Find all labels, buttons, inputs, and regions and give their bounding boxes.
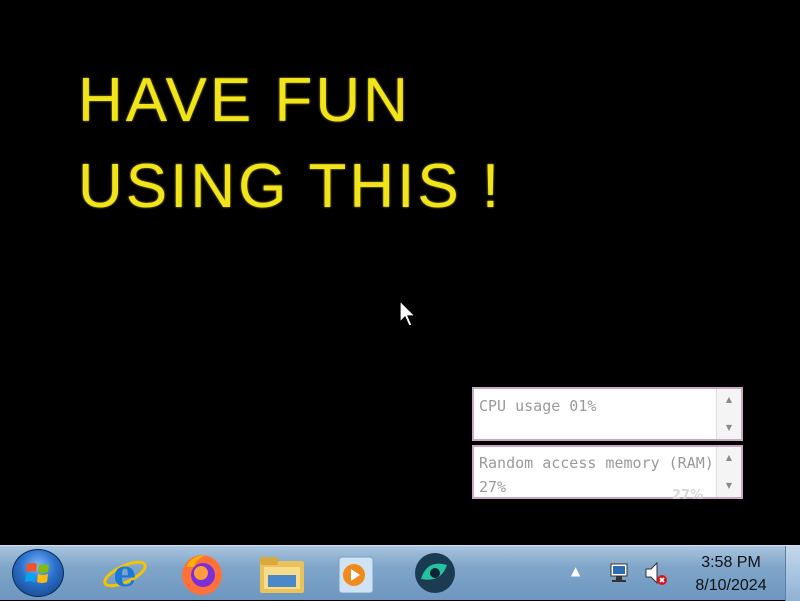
firefox-icon	[182, 555, 222, 595]
show-desktop-button[interactable]	[785, 546, 800, 601]
volume-muted-icon[interactable]	[643, 560, 669, 586]
ram-overlay-percent: 27%	[672, 488, 704, 503]
media-player-icon	[338, 556, 374, 594]
pinned-app-button[interactable]	[405, 549, 465, 597]
scroll-up-icon[interactable]: ▲	[717, 451, 741, 465]
clock-time: 3:58 PM	[701, 554, 761, 571]
desktop[interactable]: HAVE FUN USING THIS ! CPU usage 01% ▲ ▼ …	[0, 0, 800, 545]
internet-explorer-button[interactable]: e	[95, 549, 155, 597]
windows-logo-icon	[25, 563, 49, 583]
network-icon[interactable]	[608, 560, 634, 586]
scroll-up-icon[interactable]: ▲	[717, 393, 741, 407]
cpu-gadget-scrollbar[interactable]: ▲ ▼	[716, 389, 741, 439]
firefox-button[interactable]	[172, 549, 232, 597]
internet-explorer-icon: e	[103, 553, 147, 595]
taskbar: e ▲ 3:58 PM 8/10/2024	[0, 545, 800, 601]
file-explorer-icon	[260, 557, 304, 593]
wallpaper-line-1: HAVE FUN	[78, 66, 411, 135]
media-player-button[interactable]	[325, 549, 385, 597]
show-hidden-icons-button[interactable]: ▲	[571, 564, 580, 578]
app-icon	[415, 553, 455, 593]
svg-text:e: e	[114, 553, 137, 595]
clock-date: 8/10/2024	[695, 577, 767, 594]
scroll-down-icon[interactable]: ▼	[717, 479, 741, 493]
wallpaper-line-2: USING THIS !	[78, 152, 503, 221]
system-clock[interactable]: 3:58 PM 8/10/2024	[686, 551, 776, 597]
mouse-pointer-icon	[399, 300, 417, 327]
ram-gadget-scrollbar[interactable]: ▲ ▼	[716, 447, 741, 497]
cpu-usage-text: CPU usage 01%	[479, 397, 597, 415]
wallpaper-text: HAVE FUN USING THIS !	[78, 58, 502, 230]
start-button[interactable]	[12, 549, 64, 597]
file-explorer-button[interactable]	[252, 549, 312, 597]
scroll-down-icon[interactable]: ▼	[717, 421, 741, 435]
cpu-usage-gadget[interactable]: CPU usage 01% ▲ ▼	[472, 387, 743, 441]
